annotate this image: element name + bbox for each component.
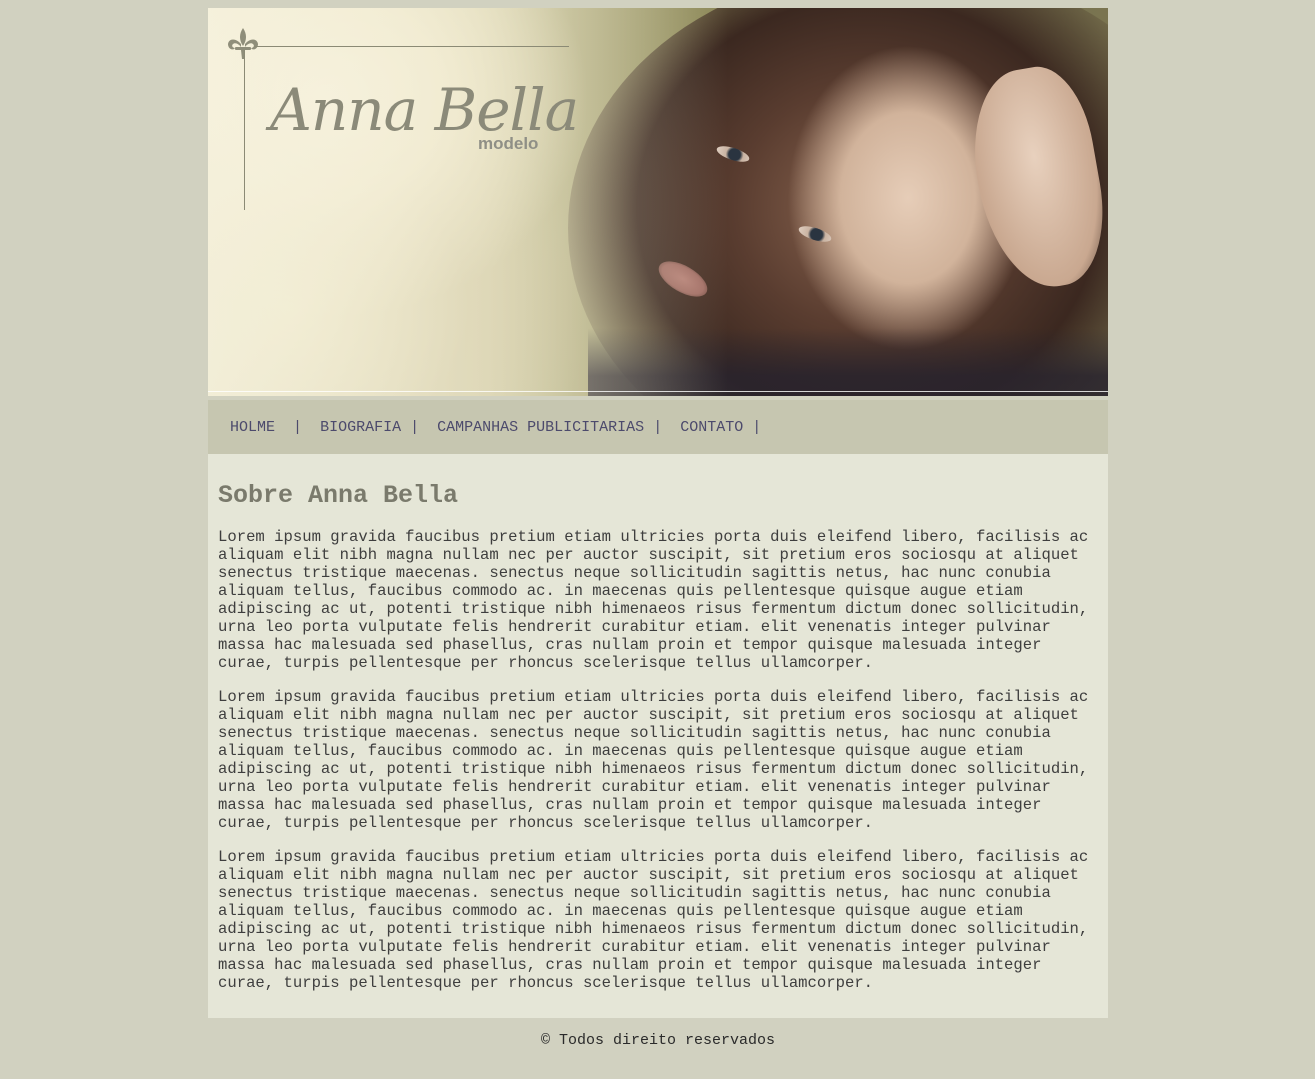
body-paragraph: Lorem ipsum gravida faucibus pretium eti… bbox=[218, 528, 1089, 672]
main-nav: HOLME | BIOGRAFIA | CAMPANHAS PUBLICITAR… bbox=[208, 400, 1108, 454]
logo-vertical-rule bbox=[244, 50, 245, 210]
nav-separator: | bbox=[293, 419, 303, 436]
page-wrapper: Anna Bella modelo HOLME | BIOGRAFIA | CA… bbox=[208, 8, 1108, 1018]
header-banner: Anna Bella modelo bbox=[208, 8, 1108, 396]
nav-separator: | bbox=[653, 419, 663, 436]
nav-item-holme[interactable]: HOLME bbox=[230, 419, 275, 436]
nav-item-contato[interactable]: CONTATO bbox=[680, 419, 743, 436]
body-paragraph: Lorem ipsum gravida faucibus pretium eti… bbox=[218, 848, 1089, 992]
main-content: Sobre Anna Bella Lorem ipsum gravida fau… bbox=[208, 454, 1108, 1018]
banner-fade bbox=[208, 8, 728, 396]
nav-item-campanhas[interactable]: CAMPANHAS PUBLICITARIAS bbox=[437, 419, 644, 436]
page-title: Sobre Anna Bella bbox=[218, 481, 459, 510]
nav-separator: | bbox=[410, 419, 420, 436]
footer-copyright: © Todos direito reservados bbox=[540, 1032, 776, 1049]
banner-divider bbox=[208, 391, 1108, 392]
fleur-de-lis-icon bbox=[228, 28, 258, 59]
body-paragraph: Lorem ipsum gravida faucibus pretium eti… bbox=[218, 688, 1089, 832]
logo-subtitle: modelo bbox=[478, 134, 539, 153]
logo-horizontal-rule bbox=[254, 46, 569, 47]
nav-separator: | bbox=[752, 419, 762, 436]
nav-item-biografia[interactable]: BIOGRAFIA bbox=[320, 419, 401, 436]
